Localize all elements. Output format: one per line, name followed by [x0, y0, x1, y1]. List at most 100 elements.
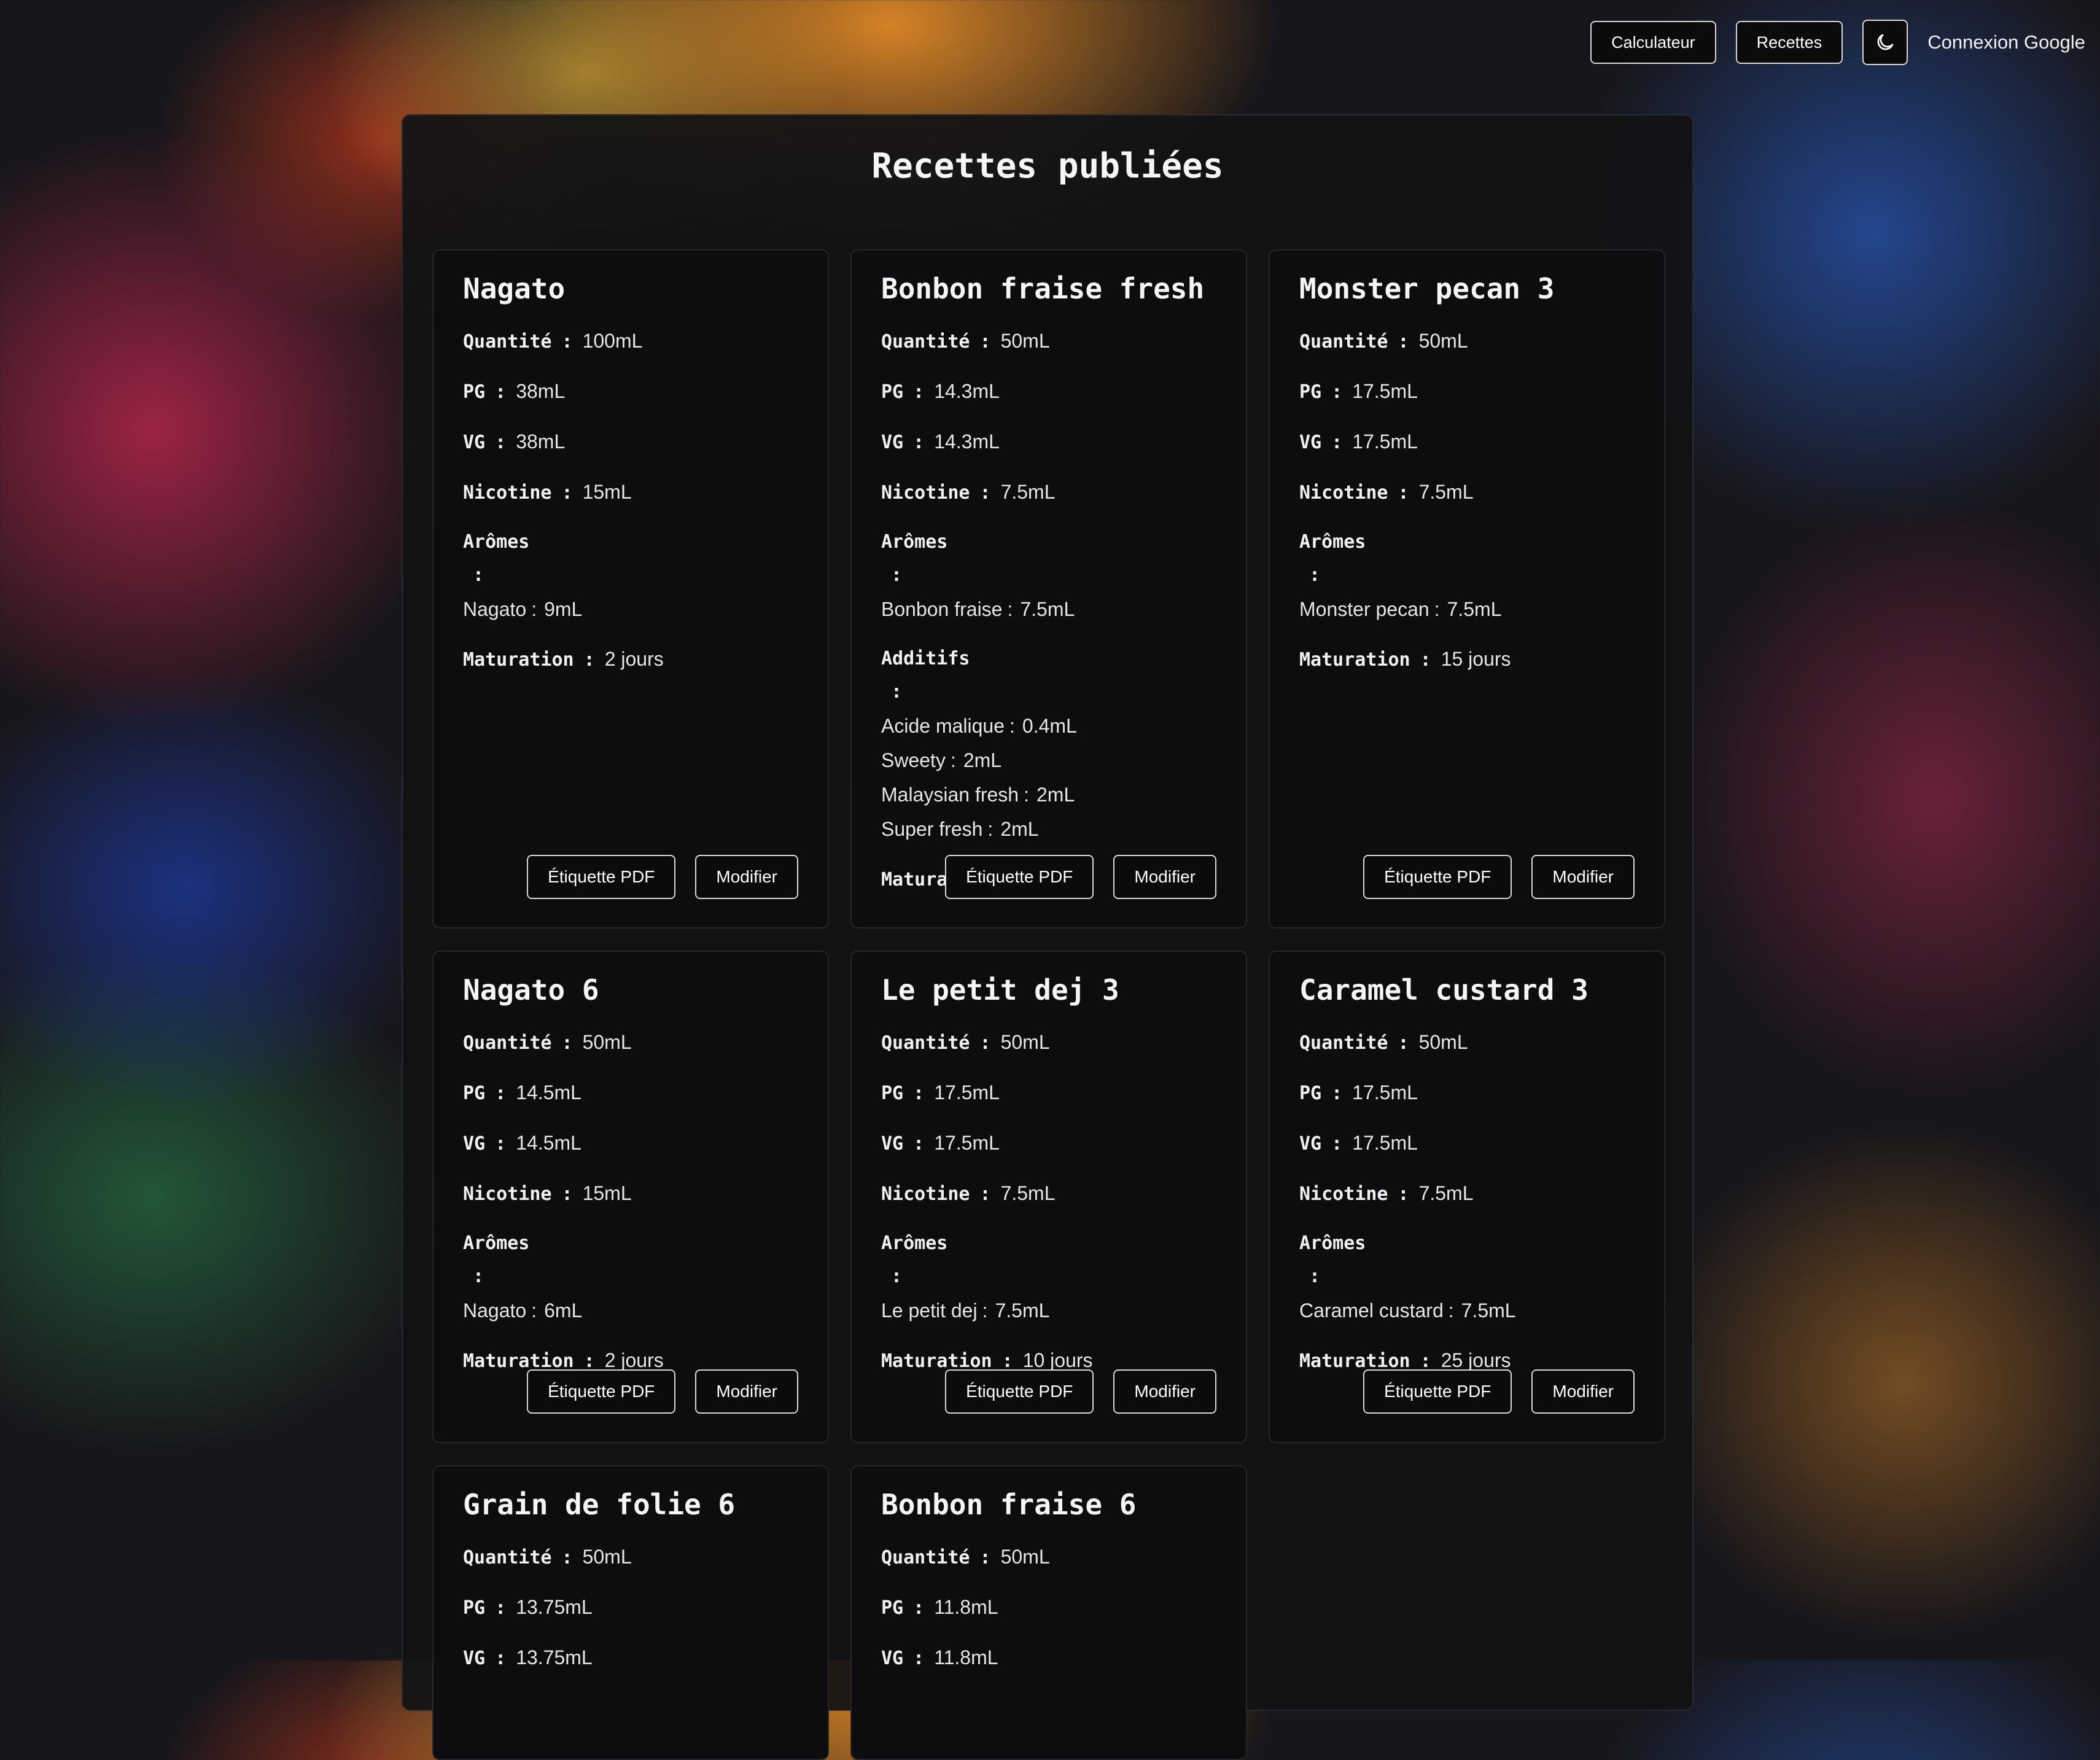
field-separator: :: [583, 649, 595, 671]
recipe-field-vg: VG:11.8mL: [881, 1647, 1216, 1669]
ingredient-amount: 7.5mL: [1447, 598, 1502, 620]
edit-button[interactable]: Modifier: [695, 1369, 798, 1414]
recipe-card: Bonbon fraise fresh Quantité:50mL PG:14.3m…: [850, 249, 1247, 929]
recipe-actions: Étiquette PDF Modifier: [1363, 855, 1635, 899]
recipe-actions: Étiquette PDF Modifier: [527, 1369, 798, 1414]
recipe-aromas-group: Arômes: Nagato:9mL: [463, 532, 798, 621]
field-separator: :: [495, 1597, 507, 1619]
field-value: 11.8mL: [934, 1596, 998, 1618]
field-separator: :: [979, 482, 991, 504]
additives-item: Super fresh:2mL: [881, 818, 1216, 840]
field-label: Quantité: [881, 1547, 970, 1568]
field-label: PG: [881, 1083, 904, 1104]
ingredient-separator: :: [1009, 715, 1015, 737]
pdf-label-button[interactable]: Étiquette PDF: [1363, 855, 1512, 899]
additives-item: Sweety:2mL: [881, 749, 1216, 771]
field-separator: :: [561, 1547, 573, 1568]
recipe-card: Grain de folie 6 Quantité:50mL PG:13.75mL V…: [432, 1465, 829, 1760]
field-value: 7.5mL: [1000, 1182, 1056, 1204]
edit-button[interactable]: Modifier: [1531, 1369, 1635, 1414]
field-label: Quantité: [463, 331, 552, 352]
aromas-item: Le petit dej:7.5mL: [881, 1299, 1216, 1322]
ingredient-name: Malaysian fresh: [881, 784, 1019, 806]
recipes-button[interactable]: Recettes: [1735, 21, 1843, 64]
recipe-field-pg: PG:38mL: [463, 381, 798, 403]
field-label: PG: [881, 381, 904, 403]
edit-button[interactable]: Modifier: [1531, 855, 1635, 899]
recipe-field-quantity: Quantité:50mL: [1299, 330, 1635, 352]
pdf-label-button[interactable]: Étiquette PDF: [945, 1369, 1094, 1414]
recipe-title: Le petit dej 3: [881, 973, 1119, 1007]
edit-button[interactable]: Modifier: [1113, 1369, 1216, 1414]
top-navigation: Calculateur Recettes Connexion Google: [1590, 20, 2085, 65]
pdf-label-button[interactable]: Étiquette PDF: [527, 855, 676, 899]
aromas-heading: Arômes:: [881, 1233, 1216, 1287]
field-label: Quantité: [1299, 1032, 1388, 1054]
field-label: Quantité: [881, 331, 970, 352]
recipes-panel: Recettes publiées Nagato Quantité:100mL PG…: [402, 114, 1694, 1760]
ingredient-name: Le petit dej: [881, 1299, 978, 1322]
ingredient-name: Nagato: [463, 1299, 527, 1322]
field-value: 2 jours: [604, 648, 664, 670]
recipe-aromas-group: Arômes: Le petit dej:7.5mL: [881, 1233, 1216, 1322]
recipe-grid: Nagato Quantité:100mL PG:38mL VG:38mL Nicoti…: [432, 249, 1665, 1760]
recipe-field-vg: VG:13.75mL: [463, 1647, 798, 1669]
pdf-label-button[interactable]: Étiquette PDF: [945, 855, 1094, 899]
ingredient-name: Sweety: [881, 749, 946, 771]
theme-toggle-button[interactable]: [1862, 20, 1908, 65]
field-separator: :: [1420, 649, 1431, 671]
field-value: 15 jours: [1441, 648, 1511, 670]
recipe-field-pg: PG:14.3mL: [881, 381, 1216, 403]
pdf-label-button[interactable]: Étiquette PDF: [527, 1369, 676, 1414]
field-separator: :: [1309, 564, 1321, 586]
field-label: PG: [463, 1597, 486, 1619]
google-login-link[interactable]: Connexion Google: [1927, 31, 2085, 53]
recipe-title: Caramel custard 3: [1299, 973, 1589, 1007]
aromas-item: Nagato:9mL: [463, 598, 798, 620]
field-separator: :: [1398, 331, 1409, 352]
field-label: Maturation: [1299, 1350, 1410, 1372]
field-label: Arômes: [881, 1232, 948, 1254]
field-value: 50mL: [1418, 1031, 1468, 1053]
aromas-item: Bonbon fraise:7.5mL: [881, 598, 1216, 620]
pdf-label-button[interactable]: Étiquette PDF: [1363, 1369, 1512, 1414]
field-separator: :: [561, 482, 573, 504]
recipe-field-vg: VG:14.3mL: [881, 431, 1216, 453]
field-separator: :: [473, 1266, 484, 1287]
field-value: 2 jours: [604, 1349, 664, 1371]
field-value: 17.5mL: [934, 1081, 1000, 1104]
recipe-field-quantity: Quantité:50mL: [881, 1546, 1216, 1568]
calculator-button[interactable]: Calculateur: [1590, 21, 1716, 64]
field-label: Arômes: [1299, 531, 1366, 553]
recipe-field-vg: VG:38mL: [463, 431, 798, 453]
recipe-field-quantity: Quantité:50mL: [463, 1032, 798, 1054]
ingredient-name: Caramel custard: [1299, 1299, 1444, 1322]
recipe-field-pg: PG:17.5mL: [1299, 1082, 1635, 1104]
recipe-title: Grain de folie 6: [463, 1488, 736, 1521]
recipe-field-nicotine: Nicotine:7.5mL: [881, 1183, 1216, 1205]
ingredient-name: Bonbon fraise: [881, 598, 1003, 620]
edit-button[interactable]: Modifier: [695, 855, 798, 899]
recipe-aromas-group: Arômes: Nagato:6mL: [463, 1233, 798, 1322]
ingredient-name: Acide malique: [881, 715, 1005, 737]
edit-button[interactable]: Modifier: [1113, 855, 1216, 899]
field-label: Maturation: [881, 1350, 992, 1372]
field-label: Nicotine: [881, 1183, 970, 1205]
ingredient-amount: 0.4mL: [1022, 715, 1077, 737]
ingredient-separator: :: [1434, 598, 1440, 620]
field-value: 11.8mL: [934, 1646, 998, 1668]
field-label: Quantité: [463, 1032, 552, 1054]
field-value: 7.5mL: [1418, 481, 1474, 503]
aromas-heading: Arômes:: [1299, 1233, 1635, 1287]
additives-item: Malaysian fresh:2mL: [881, 784, 1216, 806]
ingredient-separator: :: [1448, 1299, 1454, 1322]
recipe-field-vg: VG:17.5mL: [1299, 431, 1635, 453]
aromas-heading: Arômes:: [463, 532, 798, 586]
recipe-field-maturation: Maturation:25 jours: [1299, 1350, 1635, 1372]
field-value: 50mL: [582, 1031, 632, 1053]
recipe-field-quantity: Quantité:50mL: [881, 1032, 1216, 1054]
recipe-card: Bonbon fraise 6 Quantité:50mL PG:11.8mL VG:…: [850, 1465, 1247, 1760]
ingredient-separator: :: [1007, 598, 1013, 620]
field-value: 15mL: [582, 481, 632, 503]
field-label: PG: [463, 1083, 486, 1104]
